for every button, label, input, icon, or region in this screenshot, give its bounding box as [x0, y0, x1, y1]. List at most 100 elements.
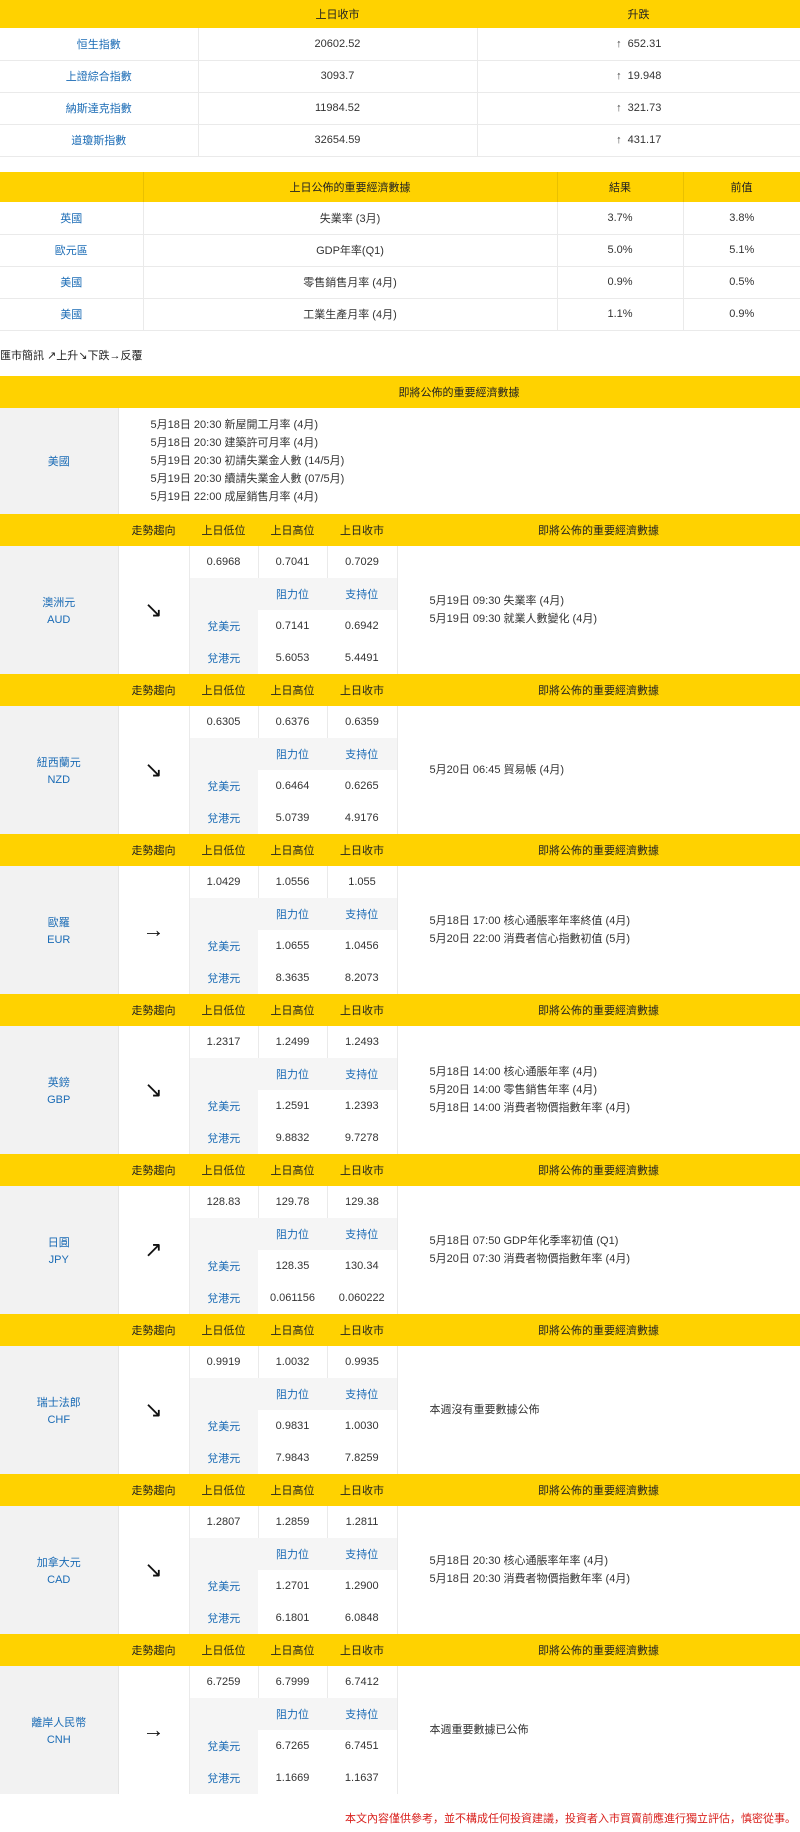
index-change: 321.73 [627, 102, 662, 114]
up-arrow-icon: ↑ [616, 134, 622, 146]
fx-usd-resistance: 0.6464 [275, 780, 310, 792]
fx-resistance-label: 阻力位 [258, 1058, 327, 1090]
upcoming-region[interactable]: 美國 [0, 408, 119, 514]
fx-hkd-support: 8.2073 [327, 962, 398, 994]
econ-region[interactable]: 英國 [0, 202, 144, 235]
fx-events-cell: 5月19日 09:30 失業率 (4月) 5月19日 09:30 就業人數變化 (… [397, 546, 800, 674]
fx-header-high: 上日高位 [258, 834, 327, 866]
fx-hkd-resistance: 9.8832 [275, 1132, 310, 1144]
fx-close: 0.7029 [327, 546, 398, 578]
fx-header-low: 上日低位 [189, 834, 258, 866]
fx-events-cell: 5月18日 20:30 核心通脹率年率 (4月) 5月18日 20:30 消費者物… [397, 1506, 800, 1634]
fx-header-events: 即將公佈的重要經濟數據 [397, 994, 800, 1026]
fx-usd-support: 0.6265 [327, 770, 398, 802]
upcoming-us-item: 5月18日 20:30 建築許可月率 (4月) [150, 437, 319, 449]
fx-block-chf: 走勢趨向 上日低位 上日高位 上日收市 即將公佈的重要經濟數據 瑞士法郎 CHF ↘ 0.991… [0, 1314, 800, 1474]
fx-vs-hkd-label: 兌港元 [189, 1122, 258, 1154]
index-row: 道瓊斯指數 32654.59 ↑ 431.17 [0, 124, 800, 157]
fx-header-close: 上日收市 [327, 1154, 397, 1186]
fx-section: 走勢趨向 上日低位 上日高位 上日收市 即將公佈的重要經濟數據 澳洲元 AUD ↘ 0.6968… [0, 514, 800, 1794]
fx-hkd-resistance: 5.0739 [275, 812, 310, 824]
fx-vs-hkd-label: 兌港元 [189, 1762, 258, 1794]
fx-usd-resistance: 6.7265 [275, 1740, 310, 1752]
trend-arrow-icon: ↘ [144, 1077, 163, 1102]
fx-currency-cell[interactable]: 澳洲元 AUD [0, 546, 119, 674]
fx-trend-cell: ↗ [118, 1186, 190, 1314]
fx-low: 128.83 [189, 1186, 259, 1218]
fx-header-trend: 走勢趨向 [118, 1634, 189, 1666]
fx-level-blank [189, 1218, 258, 1250]
fx-currency-cell[interactable]: 離岸人民幣 CNH [0, 1666, 119, 1794]
upcoming-us-item: 5月18日 20:30 新屋開工月率 (4月) [150, 419, 319, 431]
fx-header-low: 上日低位 [189, 1474, 258, 1506]
econ-row: 美國 零售銷售月率 (4月) 0.9% 0.5% [0, 266, 800, 299]
fx-currency-name: 瑞士法郎 [36, 1397, 81, 1409]
fx-support-label: 支持位 [327, 1058, 398, 1090]
fx-event-item: 5月19日 09:30 就業人數變化 (4月) [429, 613, 598, 625]
trend-arrow-icon: → [142, 917, 165, 942]
fx-block-eur: 走勢趨向 上日低位 上日高位 上日收市 即將公佈的重要經濟數據 歐羅 EUR → 1.0429 1… [0, 834, 800, 994]
fx-vs-usd-label: 兌美元 [189, 1090, 258, 1122]
fx-currency-cell[interactable]: 紐西蘭元 NZD [0, 706, 119, 834]
fx-low: 6.7259 [189, 1666, 259, 1698]
fx-header-events: 即將公佈的重要經濟數據 [397, 1314, 800, 1346]
fx-trend-cell: → [118, 1666, 190, 1794]
fx-block-cad: 走勢趨向 上日低位 上日高位 上日收市 即將公佈的重要經濟數據 加拿大元 CAD ↘ 1.280… [0, 1474, 800, 1634]
fx-usd-resistance: 0.7141 [275, 620, 310, 632]
fx-high: 0.7041 [258, 546, 328, 578]
econ-header-blank [0, 172, 144, 202]
fx-header-close: 上日收市 [327, 1314, 397, 1346]
market-legend: 匯市簡訊 ↗上升↘下跌→反覆 [0, 350, 143, 362]
fx-level-blank [189, 738, 258, 770]
fx-header-blank [0, 514, 118, 546]
econ-region[interactable]: 美國 [0, 266, 144, 299]
fx-usd-support: 1.2393 [327, 1090, 398, 1122]
fx-vs-hkd-label: 兌港元 [189, 1602, 258, 1634]
fx-hkd-resistance: 0.061156 [269, 1292, 316, 1304]
fx-currency-cell[interactable]: 日圓 JPY [0, 1186, 119, 1314]
index-row: 恒生指數 20602.52 ↑ 652.31 [0, 28, 800, 61]
fx-low: 0.6968 [189, 546, 259, 578]
fx-currency-name: 離岸人民幣 [31, 1717, 87, 1729]
fx-currency-cell[interactable]: 瑞士法郎 CHF [0, 1346, 119, 1474]
fx-header-trend: 走勢趨向 [118, 514, 189, 546]
index-name[interactable]: 納斯達克指數 [0, 92, 199, 125]
up-arrow-icon: ↑ [616, 102, 622, 114]
index-change-cell: ↑ 321.73 [477, 92, 800, 125]
econ-region[interactable]: 美國 [0, 298, 144, 331]
fx-trend-cell: ↘ [118, 706, 190, 834]
fx-header-events: 即將公佈的重要經濟數據 [397, 514, 800, 546]
econ-rows: 英國 失業率 (3月) 3.7% 3.8% 歐元區 GDP年率(Q1) 5.0% 5.1% 美國… [0, 202, 800, 331]
fx-low: 0.6305 [189, 706, 259, 738]
fx-high: 1.0556 [258, 866, 328, 898]
fx-currency-code: GBP [47, 1094, 71, 1106]
fx-currency-cell[interactable]: 加拿大元 CAD [0, 1506, 119, 1634]
index-name[interactable]: 道瓊斯指數 [0, 124, 199, 157]
fx-usd-resistance: 0.9831 [275, 1420, 310, 1432]
fx-low: 1.2807 [189, 1506, 259, 1538]
index-name[interactable]: 上證綜合指數 [0, 60, 199, 93]
fx-event-item: 本週沒有重要數據公佈 [429, 1404, 540, 1416]
fx-header-events: 即將公佈的重要經濟數據 [397, 1154, 800, 1186]
fx-vs-hkd-label: 兌港元 [189, 962, 258, 994]
fx-hkd-support: 0.060222 [327, 1282, 398, 1314]
fx-header-low: 上日低位 [189, 1314, 258, 1346]
fx-header-trend: 走勢趨向 [118, 994, 189, 1026]
fx-header-events: 即將公佈的重要經濟數據 [397, 834, 800, 866]
fx-currency-cell[interactable]: 歐羅 EUR [0, 866, 119, 994]
trend-arrow-icon: → [142, 1717, 165, 1742]
econ-prev: 0.5% [683, 266, 800, 299]
fx-event-item: 5月18日 14:00 消費者物價指數年率 (4月) [429, 1102, 631, 1114]
econ-region[interactable]: 歐元區 [0, 234, 144, 267]
fx-currency-cell[interactable]: 英鎊 GBP [0, 1026, 119, 1154]
fx-header-high: 上日高位 [258, 514, 327, 546]
fx-hkd-resistance: 5.6053 [275, 652, 310, 664]
index-name[interactable]: 恒生指數 [0, 28, 199, 61]
fx-close: 1.2811 [327, 1506, 398, 1538]
index-change-cell: ↑ 652.31 [477, 28, 800, 61]
fx-high: 129.78 [258, 1186, 328, 1218]
fx-level-blank [189, 1538, 258, 1570]
fx-header-high: 上日高位 [258, 994, 327, 1026]
fx-resistance-label: 阻力位 [258, 1698, 327, 1730]
fx-vs-hkd-label: 兌港元 [189, 1282, 258, 1314]
